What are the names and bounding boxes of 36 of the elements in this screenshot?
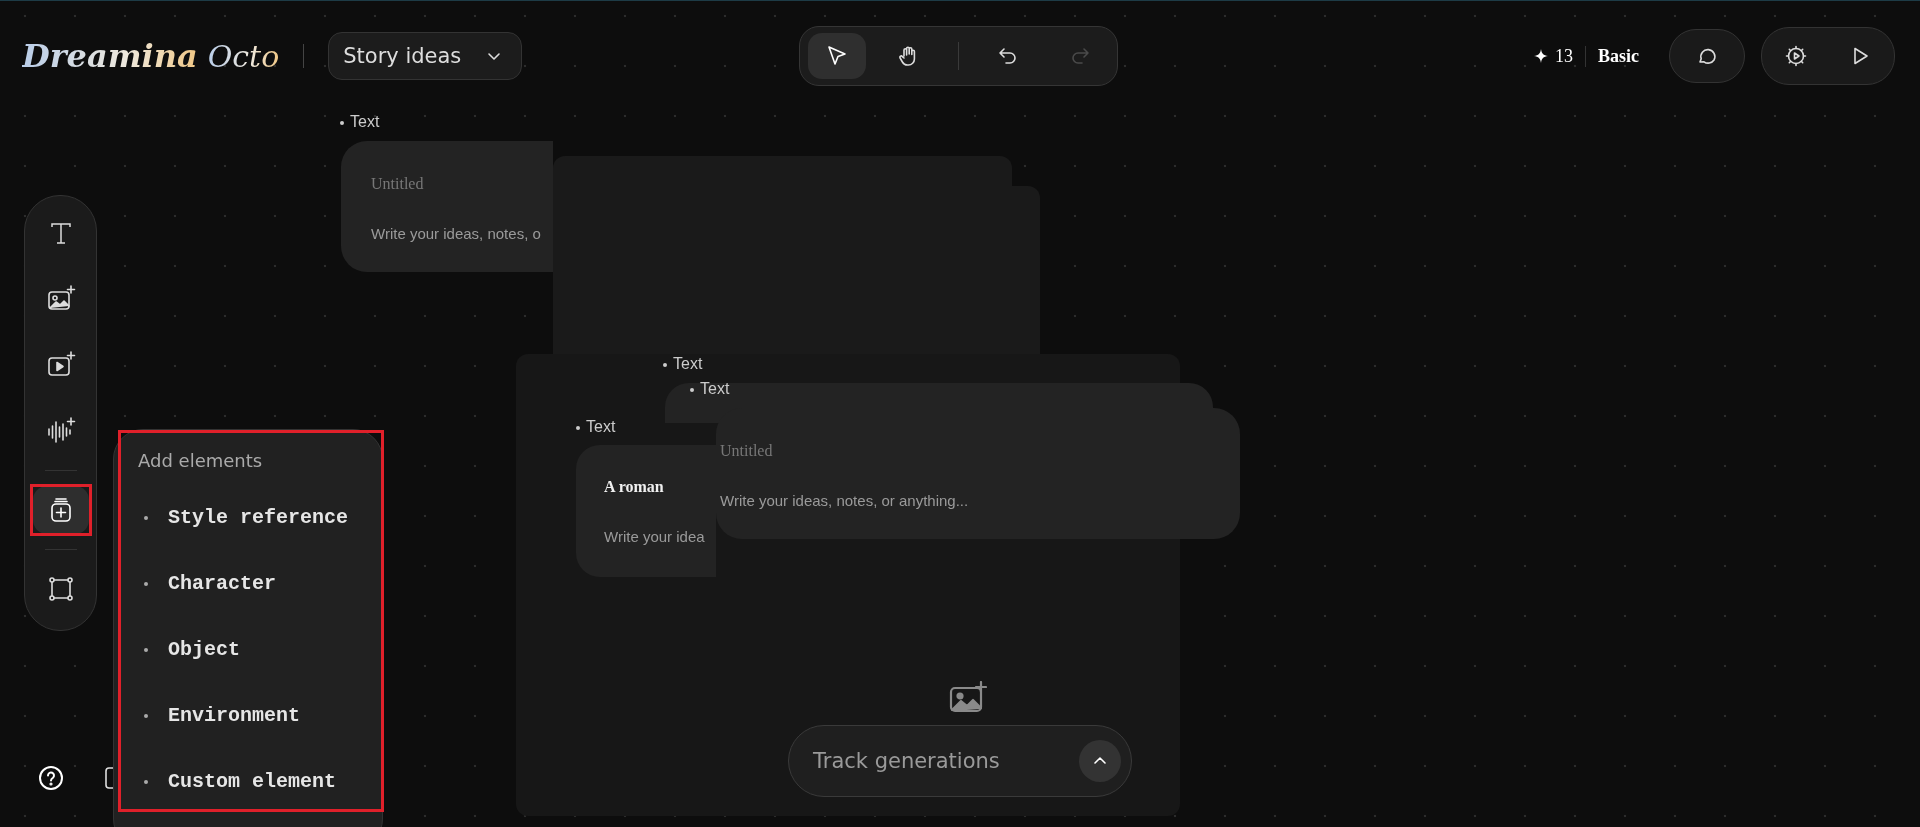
waveform-sparkle-icon [45,416,76,446]
card-title: Untitled [371,175,425,193]
menu-item[interactable]: Object [144,638,240,661]
help-icon[interactable] [38,765,64,791]
credits-count: 13 [1555,45,1573,67]
menu-item[interactable]: Custom element [144,770,337,793]
track-generations-label: Track generations [813,749,1000,773]
elements-tool-button[interactable] [32,486,89,534]
text-card[interactable]: A roman Write your idea [576,445,716,577]
menu-item[interactable]: Style reference [144,506,349,529]
card-body-placeholder: Write your ideas, notes, o [371,225,542,242]
select-tool-button[interactable] [808,33,866,79]
frame-icon [46,575,75,603]
chat-button[interactable] [1669,29,1745,83]
plan-label: Basic [1585,45,1639,67]
text-card[interactable]: Untitled Write your ideas, notes, o [341,141,553,272]
menu-item[interactable]: Environment [144,704,301,727]
node-label: Text [690,380,730,398]
gear-play-icon [1785,45,1807,67]
node-label: Text [340,113,380,131]
node-label: Text [576,418,616,436]
menu-item[interactable]: Character [144,572,277,595]
card-body-placeholder: Write your idea [604,528,706,545]
text-card[interactable]: Untitled Write your ideas, notes, or anything... [716,408,1240,539]
image-sparkle-icon[interactable] [949,681,987,713]
project-dropdown[interactable]: Story ideas [328,32,523,80]
cursor-icon [825,44,849,68]
card-body-placeholder: Write your ideas, notes, or anything... [720,492,970,509]
menu-title: Add elements [138,450,263,471]
card-title: A roman [604,478,665,496]
highlight-frame [29,484,92,536]
track-generations-bar[interactable]: Track generations [788,725,1132,797]
card-title: Untitled [720,442,774,460]
node-label: Text [663,355,703,373]
panel-icon[interactable] [104,765,113,791]
sparkle-icon [1534,49,1548,63]
